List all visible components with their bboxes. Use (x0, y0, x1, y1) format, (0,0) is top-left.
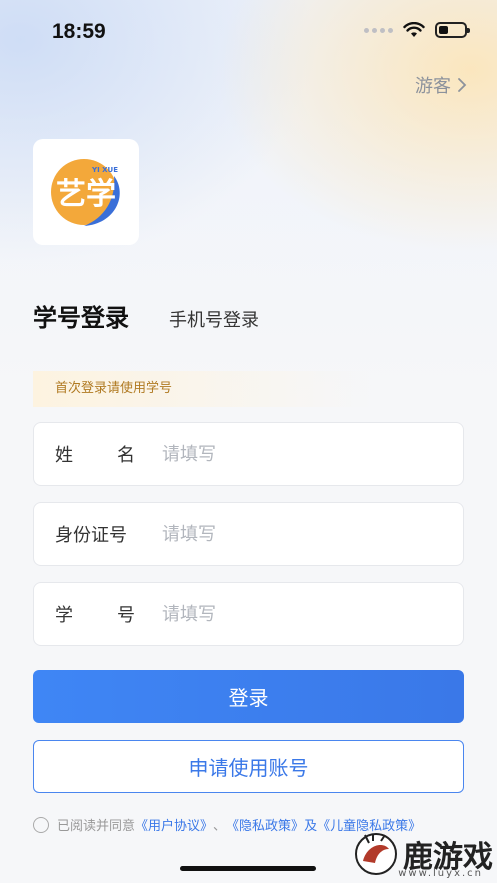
chevron-right-icon (458, 78, 467, 92)
logo-text: 艺学 (56, 177, 116, 212)
id-card-input[interactable] (162, 523, 442, 545)
logo-subtext: YI XUE (91, 166, 118, 174)
id-card-label: 身份证号 (55, 521, 162, 547)
id-card-field: 身份证号 (33, 502, 464, 566)
deer-logo-icon (355, 833, 397, 875)
name-label-a: 姓 (55, 445, 73, 466)
status-icons (364, 22, 470, 38)
signal-icon (364, 27, 393, 33)
agree-checkbox[interactable] (33, 816, 49, 833)
privacy-policy-link[interactable]: 《隐私政策》 (226, 815, 304, 834)
agreement-prefix: 已阅读并同意 (57, 819, 136, 834)
notice-banner: 首次登录请使用学号 (33, 371, 373, 407)
name-label: 姓 名 (55, 441, 162, 467)
student-id-label-a: 学 (55, 605, 73, 626)
status-bar: 18:59 (0, 0, 497, 66)
status-time: 18:59 (52, 20, 106, 43)
student-id-field: 学 号 (33, 582, 464, 646)
id-card-label-text: 身份证号 (55, 525, 127, 546)
agreement-separator: 、 (213, 819, 227, 834)
guest-button[interactable]: 游客 (415, 72, 467, 98)
student-id-input[interactable] (162, 603, 442, 625)
apply-account-button[interactable]: 申请使用账号 (33, 740, 464, 793)
name-field: 姓 名 (33, 422, 464, 486)
student-id-label: 学 号 (55, 601, 162, 627)
app-logo: 艺学 YI XUE (33, 139, 139, 245)
name-label-b: 名 (117, 445, 135, 466)
wifi-icon (403, 22, 425, 37)
student-id-label-b: 号 (117, 605, 135, 626)
battery-icon (435, 22, 470, 38)
tab-student-id-login[interactable]: 学号登录 (33, 298, 129, 333)
name-input[interactable] (162, 443, 442, 465)
logo-icon: 艺学 YI XUE (51, 159, 120, 226)
login-tabs: 学号登录 手机号登录 (33, 298, 259, 333)
home-indicator (180, 866, 316, 871)
user-agreement-link[interactable]: 《用户协议》 (135, 815, 213, 834)
watermark-url: www.luyx.cn (398, 868, 483, 879)
watermark: 鹿游戏 www.luyx.cn (353, 831, 493, 879)
login-button[interactable]: 登录 (33, 670, 464, 723)
guest-label: 游客 (415, 76, 451, 97)
tab-phone-login[interactable]: 手机号登录 (169, 306, 259, 332)
